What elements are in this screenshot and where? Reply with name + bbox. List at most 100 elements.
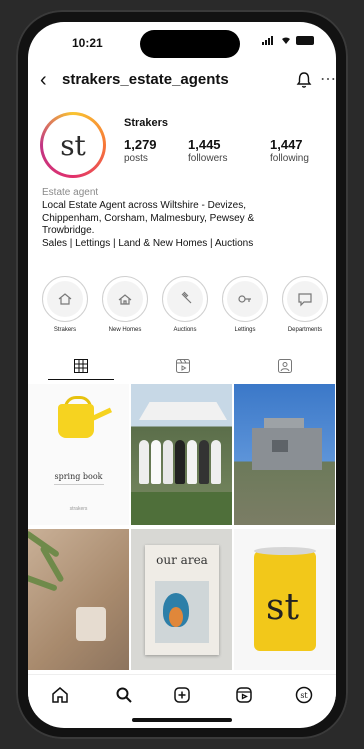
- tab-reels[interactable]: [132, 352, 234, 380]
- highlight-strakers[interactable]: Strakers: [40, 276, 90, 333]
- key-icon: [238, 295, 251, 303]
- profile-header: ‹ strakers_estate_agents ⋯: [28, 67, 336, 97]
- post-team-photo[interactable]: [131, 384, 232, 525]
- highlight-label: Lettings: [234, 327, 256, 333]
- post-spring-book[interactable]: spring book strakers: [28, 384, 129, 525]
- stat-posts-label: posts: [124, 153, 148, 164]
- kingfisher-belly: [169, 607, 183, 627]
- home-icon: [52, 687, 68, 703]
- highlight-circle: [102, 276, 148, 322]
- stat-following[interactable]: 1,447 following: [270, 137, 336, 164]
- divider: [54, 484, 104, 485]
- home-indicator[interactable]: [132, 718, 232, 722]
- signal-icon: [262, 35, 276, 45]
- story-ring[interactable]: st: [40, 112, 106, 178]
- highlight-label: Strakers: [53, 327, 77, 333]
- plus-square-icon: [174, 687, 190, 703]
- status-time: 10:21: [72, 36, 103, 50]
- avatar-logo: st: [60, 128, 86, 162]
- post-interior-photo[interactable]: [28, 529, 129, 670]
- gazebo: [139, 402, 227, 420]
- more-options-icon[interactable]: ⋯: [320, 69, 336, 89]
- house-icon: [58, 293, 72, 305]
- bottom-navigation: st: [28, 674, 336, 715]
- watering-can: [58, 404, 94, 438]
- profile-username: strakers_estate_agents: [62, 71, 229, 88]
- new-home-icon: [118, 294, 132, 305]
- nav-search[interactable]: [114, 685, 134, 705]
- post-small-text: strakers: [69, 506, 88, 512]
- story-highlights: Strakers New Homes Auctions Lettings Dep…: [36, 276, 332, 346]
- nav-profile[interactable]: st: [294, 685, 314, 705]
- grass: [131, 492, 232, 525]
- highlight-lettings[interactable]: Lettings: [220, 276, 270, 333]
- plant-pot: [76, 607, 106, 641]
- search-icon: [116, 687, 132, 703]
- dynamic-island: [140, 30, 240, 58]
- avatar: st: [43, 115, 103, 175]
- person: [199, 440, 209, 484]
- display-name: Strakers: [124, 117, 169, 129]
- highlight-auctions[interactable]: Auctions: [160, 276, 210, 333]
- gavel-icon: [181, 291, 192, 304]
- bio-line: Trowbridge.: [42, 225, 95, 236]
- highlight-label: Auctions: [173, 327, 197, 333]
- highlight-label: New Homes: [108, 327, 142, 333]
- stat-posts[interactable]: 1,279 posts: [124, 137, 194, 164]
- post-caption: spring book: [54, 472, 103, 481]
- plant-leaf: [28, 572, 58, 592]
- profile-bio: Local Estate Agent across Wiltshire - De…: [42, 200, 332, 250]
- bio-line: Chippenham, Corsham, Malmesbury, Pewsey …: [42, 212, 255, 224]
- person: [163, 440, 173, 484]
- tagged-icon: [278, 359, 292, 373]
- post-building-photo[interactable]: [234, 384, 335, 525]
- status-bar: 10:21: [28, 22, 336, 58]
- person: [175, 440, 185, 484]
- magazine-title: our area: [156, 553, 208, 567]
- back-arrow-icon[interactable]: ‹: [40, 70, 47, 90]
- stat-followers-label: followers: [188, 153, 228, 164]
- svg-text:st: st: [300, 691, 308, 700]
- wifi-icon: [282, 37, 290, 44]
- highlight-circle: [282, 276, 328, 322]
- person: [151, 440, 161, 484]
- reels-icon: [236, 687, 252, 703]
- profile-tabs: [28, 352, 336, 380]
- bio-line: Local Estate Agent across Wiltshire - De…: [42, 200, 246, 211]
- highlight-new-homes[interactable]: New Homes: [100, 276, 150, 333]
- paint-tin-lid: [254, 547, 316, 555]
- highlight-departments[interactable]: Departments: [280, 276, 330, 333]
- building-window: [272, 440, 288, 452]
- tab-grid[interactable]: [30, 352, 132, 380]
- tin-logo: st: [266, 587, 299, 628]
- nav-reels[interactable]: [234, 685, 254, 705]
- magazine-cover: our area: [145, 545, 219, 655]
- nav-home[interactable]: [50, 685, 70, 705]
- highlight-circle: [42, 276, 88, 322]
- notification-bell-icon[interactable]: [296, 71, 312, 89]
- person: [211, 440, 221, 484]
- person: [139, 440, 149, 484]
- person: [187, 440, 197, 484]
- highlight-circle: [162, 276, 208, 322]
- posts-grid: spring book strakers our area st: [28, 384, 336, 670]
- reels-icon: [176, 359, 190, 373]
- profile-avatar-icon: st: [295, 686, 313, 704]
- tab-tagged[interactable]: [234, 352, 336, 380]
- status-icons: [262, 35, 314, 45]
- screen: 10:21 ‹ strakers_estate_agents ⋯ st Stra…: [28, 22, 336, 728]
- chat-icon: [298, 293, 312, 307]
- battery-icon: [296, 35, 314, 45]
- post-paint-tin[interactable]: st: [234, 529, 335, 670]
- highlight-label: Departments: [287, 327, 323, 333]
- stat-followers[interactable]: 1,445 followers: [188, 137, 258, 164]
- profile-category: Estate agent: [42, 187, 99, 198]
- highlight-circle: [222, 276, 268, 322]
- stat-following-label: following: [270, 153, 309, 164]
- grid-icon: [74, 359, 88, 373]
- stat-posts-value: 1,279: [124, 137, 157, 152]
- bio-line: Sales | Lettings | Land & New Homes | Au…: [42, 237, 254, 249]
- nav-create[interactable]: [172, 685, 192, 705]
- stat-followers-value: 1,445: [188, 137, 221, 152]
- post-magazine[interactable]: our area: [131, 529, 232, 670]
